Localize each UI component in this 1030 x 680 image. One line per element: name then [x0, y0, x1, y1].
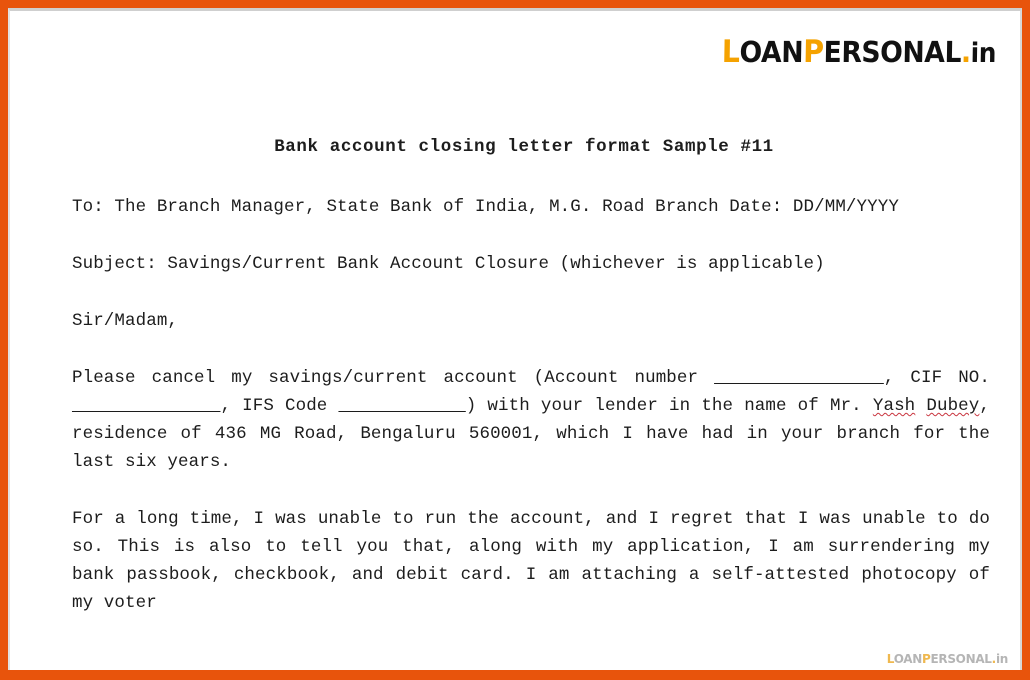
subject-paragraph: Subject: Savings/Current Bank Account Cl… [72, 254, 825, 274]
logo-letter-p: P [802, 34, 824, 70]
logo-text: LOANPERSONAL.in [721, 34, 997, 70]
salutation-paragraph: Sir/Madam, [72, 311, 179, 331]
watermark-accent-p: P [922, 652, 931, 666]
loanpersonal-logo: LOANPERSONAL.in [698, 34, 997, 70]
logo-text-ersonal: ERSONAL [823, 35, 962, 69]
watermark-logo: LOANPERSONAL.in [886, 652, 1009, 666]
watermark-text-ersonal: ERSONAL [930, 652, 992, 666]
logo-letter-l: L [721, 34, 740, 70]
body1-segment-a: Please cancel my savings/current account… [72, 368, 699, 388]
page-bottom-fade [10, 644, 1020, 670]
page-title: Bank account closing letter format Sampl… [274, 137, 774, 157]
misspelled-word-dubey: Dubey [926, 396, 980, 416]
account-number-blank: ________________ [714, 368, 884, 388]
logo-dot: . [960, 35, 971, 69]
body-paragraph-2: For a long time, I was unable to run the… [72, 509, 990, 613]
logo-text-oan: OAN [739, 35, 804, 69]
watermark-text-oan: OAN [893, 652, 923, 666]
watermark-tld: in [995, 652, 1008, 666]
cif-number-blank: ______________ [72, 396, 221, 416]
watermark-accent-l: L [886, 652, 894, 666]
document-frame: LOANPERSONAL.in Bank account closing let… [0, 0, 1030, 680]
misspelled-word-yash: Yash [872, 396, 916, 416]
body-paragraph-1: Please cancel my savings/current account… [72, 364, 990, 476]
ifs-code-blank: ____________ [338, 396, 466, 416]
body1-segment-d: ) with your lender in the name of Mr. [465, 396, 862, 416]
logo-tld: in [970, 38, 997, 69]
letter-content: Bank account closing letter format Sampl… [72, 137, 990, 617]
document-page: LOANPERSONAL.in Bank account closing let… [8, 8, 1022, 670]
body1-segment-c: , IFS Code [220, 396, 328, 416]
addressee-paragraph: To: The Branch Manager, State Bank of In… [72, 197, 899, 217]
body1-segment-b: , CIF NO. [883, 368, 991, 388]
